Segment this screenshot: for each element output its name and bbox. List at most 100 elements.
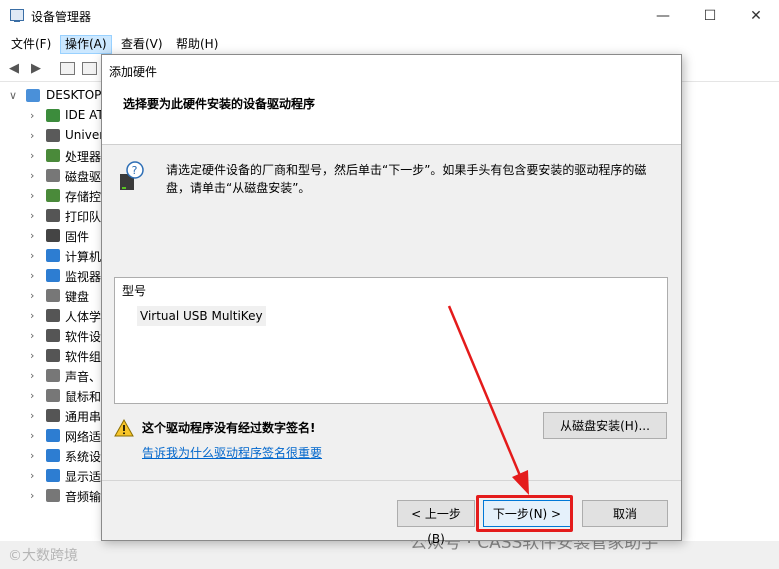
tree-item[interactable]: › 打印队 xyxy=(0,206,110,226)
close-button[interactable]: ✕ xyxy=(733,0,779,32)
processor-icon xyxy=(46,149,60,162)
tree-item[interactable]: › 监视器 xyxy=(0,266,110,286)
chevron-right-icon[interactable]: › xyxy=(30,309,34,322)
tree-item[interactable]: › 存储控 xyxy=(0,186,110,206)
model-list-item[interactable]: Virtual USB MultiKey xyxy=(137,306,266,326)
next-button-highlight xyxy=(476,495,573,532)
chevron-right-icon[interactable]: › xyxy=(30,369,34,382)
tree-item[interactable]: › Univer xyxy=(0,126,110,146)
chevron-right-icon[interactable]: › xyxy=(30,409,34,422)
tree-item[interactable]: › 音频输 xyxy=(0,486,110,506)
maximize-button[interactable]: ☐ xyxy=(687,0,733,32)
warning-icon xyxy=(114,419,134,437)
have-disk-button[interactable]: 从磁盘安装(H)... xyxy=(543,412,667,439)
hid-icon xyxy=(46,309,60,322)
tree-item[interactable]: › 磁盘驱 xyxy=(0,166,110,186)
chevron-right-icon[interactable]: › xyxy=(30,149,34,162)
tree-item-label: Univer xyxy=(65,128,105,142)
tree-item-label: 网络适 xyxy=(65,430,102,444)
tree-item-label: IDE AT xyxy=(65,108,104,122)
tree-root[interactable]: ∨ DESKTOP xyxy=(0,86,110,106)
tree-item-label: 系统设 xyxy=(65,450,102,464)
tree-item-label: 计算机 xyxy=(65,250,102,264)
tree-item-label: 人体学 xyxy=(65,310,102,324)
chevron-right-icon[interactable]: › xyxy=(30,329,34,342)
system-device-icon xyxy=(46,449,60,462)
menu-file[interactable]: 文件(F) xyxy=(7,35,55,54)
instruction-text: 请选定硬件设备的厂商和型号，然后单击“下一步”。如果手头有包含要安装的驱动程序的… xyxy=(166,163,647,195)
status-bar xyxy=(0,541,779,569)
printer-icon xyxy=(46,209,60,222)
svg-text:?: ? xyxy=(132,164,138,177)
tree-item-label: 通用串 xyxy=(65,410,102,424)
chevron-right-icon[interactable]: › xyxy=(30,449,34,462)
chevron-right-icon[interactable]: › xyxy=(30,109,34,122)
back-button[interactable]: < 上一步(B) xyxy=(397,500,475,546)
chevron-right-icon[interactable]: › xyxy=(30,489,34,502)
audio-io-icon xyxy=(46,489,60,502)
cancel-button[interactable]: 取消 xyxy=(582,500,668,527)
tree-item[interactable]: › 通用串 xyxy=(0,406,110,426)
tree-item-label: 软件设 xyxy=(65,330,102,344)
tree-root-label: DESKTOP xyxy=(46,88,102,102)
tree-item-label: 声音、 xyxy=(65,370,102,384)
dialog-title: 添加硬件 xyxy=(109,65,158,79)
device-tree: ∨ DESKTOP › IDE AT › Univer › 处理器 › 磁盘驱 › 存储控 › 打印队… xyxy=(0,84,110,514)
keyboard-icon xyxy=(46,289,60,302)
display-adapter-icon xyxy=(46,469,60,482)
menu-view[interactable]: 查看(V) xyxy=(117,35,167,54)
tree-item[interactable]: › 处理器 xyxy=(0,146,110,166)
chevron-right-icon[interactable]: › xyxy=(30,209,34,222)
chevron-right-icon[interactable]: › xyxy=(30,169,34,182)
chevron-right-icon[interactable]: › xyxy=(30,129,34,142)
chevron-right-icon[interactable]: › xyxy=(30,249,34,262)
tree-item-label: 键盘 xyxy=(65,290,90,304)
menu-bar: 文件(F) 操作(A) 查看(V) 帮助(H) xyxy=(0,33,779,55)
tree-item[interactable]: › 显示适 xyxy=(0,466,110,486)
chevron-right-icon[interactable]: › xyxy=(30,389,34,402)
tree-item[interactable]: › 声音、 xyxy=(0,366,110,386)
tree-item-label: 显示适 xyxy=(65,470,102,484)
tree-item[interactable]: › 网络适 xyxy=(0,426,110,446)
dialog-divider xyxy=(102,480,681,481)
chevron-right-icon[interactable]: › xyxy=(30,349,34,362)
disk-drive-icon xyxy=(46,169,60,182)
back-arrow-icon[interactable]: ◀ xyxy=(6,61,22,77)
menu-help[interactable]: 帮助(H) xyxy=(172,35,222,54)
chevron-right-icon[interactable]: › xyxy=(30,429,34,442)
hardware-help-icon: ? xyxy=(120,161,144,190)
usb-icon xyxy=(46,409,60,422)
tree-item-label: 软件组 xyxy=(65,350,102,364)
tree-item[interactable]: › 键盘 xyxy=(0,286,110,306)
tree-item[interactable]: › 计算机 xyxy=(0,246,110,266)
chevron-right-icon[interactable]: › xyxy=(30,229,34,242)
chevron-right-icon[interactable]: › xyxy=(30,189,34,202)
chevron-right-icon[interactable]: › xyxy=(30,469,34,482)
tree-item[interactable]: › 系统设 xyxy=(0,446,110,466)
dialog-header: 添加硬件 选择要为此硬件安装的设备驱动程序 xyxy=(102,55,681,145)
tree-item-label: 存储控 xyxy=(65,190,102,204)
tree-item[interactable]: › 软件设 xyxy=(0,326,110,346)
chevron-down-icon[interactable]: ∨ xyxy=(9,89,17,102)
tree-item-label: 鼠标和 xyxy=(65,390,102,404)
tree-item[interactable]: › 固件 xyxy=(0,226,110,246)
device-manager-icon xyxy=(10,9,24,22)
chevron-right-icon[interactable]: › xyxy=(30,269,34,282)
menu-action[interactable]: 操作(A) xyxy=(60,35,112,54)
watermark-left: ©大数跨境 xyxy=(8,548,78,564)
network-adapter-icon xyxy=(46,429,60,442)
usb-controller-icon xyxy=(46,129,60,142)
tree-item[interactable]: › 鼠标和 xyxy=(0,386,110,406)
monitor-icon xyxy=(46,269,60,282)
computer-icon xyxy=(46,249,60,262)
model-list[interactable]: 型号 Virtual USB MultiKey xyxy=(114,277,668,404)
properties-icon[interactable] xyxy=(60,62,75,75)
tree-item[interactable]: › 人体学 xyxy=(0,306,110,326)
minimize-button[interactable]: — xyxy=(640,0,686,32)
help-icon[interactable] xyxy=(82,62,97,75)
tree-item[interactable]: › 软件组 xyxy=(0,346,110,366)
signing-info-link[interactable]: 告诉我为什么驱动程序签名很重要 xyxy=(142,444,322,461)
chevron-right-icon[interactable]: › xyxy=(30,289,34,302)
tree-item[interactable]: › IDE AT xyxy=(0,106,110,126)
forward-arrow-icon[interactable]: ▶ xyxy=(28,61,44,77)
